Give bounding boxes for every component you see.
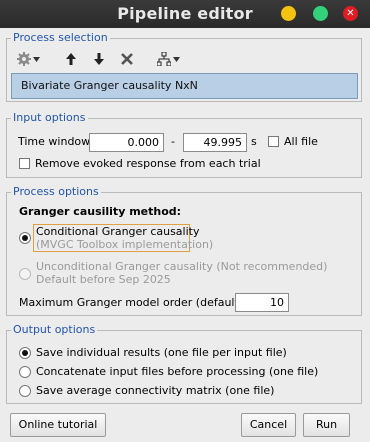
method-heading: Granger causility method: xyxy=(19,205,182,218)
chevron-down-icon xyxy=(32,56,40,62)
gear-icon xyxy=(16,52,31,66)
save-average-label: Save average connectivity matrix (one fi… xyxy=(36,384,275,397)
concatenate-inputs-label: Concatenate input files before processin… xyxy=(36,365,319,378)
conditional-granger-radio[interactable] xyxy=(19,232,31,244)
remove-evoked-checkbox[interactable] xyxy=(19,158,30,169)
input-options-panel: Input options Time window: 0.000 - 49.99… xyxy=(6,111,362,178)
title-bar[interactable]: Pipeline editor ✕ xyxy=(0,0,370,28)
concatenate-inputs-radio[interactable] xyxy=(19,366,31,378)
output-options-legend: Output options xyxy=(11,323,98,336)
pipeline-tree-icon xyxy=(156,52,171,66)
chevron-down-icon xyxy=(172,56,180,62)
run-button[interactable]: Run xyxy=(303,413,350,437)
time-end-input[interactable]: 49.995 xyxy=(183,133,247,152)
maximize-button[interactable] xyxy=(313,6,328,21)
conditional-granger-label[interactable]: Conditional Granger causality xyxy=(36,225,199,238)
save-individual-label: Save individual results (one file per in… xyxy=(36,346,287,359)
time-start-input[interactable]: 0.000 xyxy=(89,133,164,152)
close-icon: ✕ xyxy=(346,8,355,19)
unconditional-granger-radio[interactable] xyxy=(19,268,31,280)
time-unit-label: s xyxy=(251,135,257,148)
pipeline-editor-window: Pipeline editor ✕ Process selection Biva… xyxy=(0,0,370,442)
save-average-radio[interactable] xyxy=(19,385,31,397)
cancel-button[interactable]: Cancel xyxy=(241,413,296,437)
time-separator: - xyxy=(171,135,175,148)
all-file-checkbox[interactable] xyxy=(268,136,279,147)
time-window-label: Time window: xyxy=(18,135,94,148)
pipeline-menu-button[interactable] xyxy=(153,49,183,69)
close-button[interactable]: ✕ xyxy=(343,6,358,21)
arrow-up-icon xyxy=(66,53,76,65)
arrow-down-icon xyxy=(94,53,104,65)
process-selection-legend: Process selection xyxy=(11,31,110,44)
move-down-button[interactable] xyxy=(91,49,107,69)
unconditional-granger-sublabel: Default before Sep 2025 xyxy=(36,273,171,286)
remove-evoked-label: Remove evoked response from each trial xyxy=(35,157,261,170)
input-options-legend: Input options xyxy=(11,111,88,124)
all-file-label: All file xyxy=(284,135,318,148)
options-menu-button[interactable] xyxy=(13,49,43,69)
move-up-button[interactable] xyxy=(63,49,79,69)
selected-process-item[interactable]: Bivariate Granger causality NxN xyxy=(11,73,358,99)
output-options-panel: Output options Save individual results (… xyxy=(6,323,362,404)
online-tutorial-button[interactable]: Online tutorial xyxy=(10,413,106,437)
delete-process-button[interactable] xyxy=(119,49,135,69)
unconditional-granger-label: Unconditional Granger causality (Not rec… xyxy=(36,260,328,273)
process-selection-panel: Process selection Bivariate Granger caus… xyxy=(6,31,362,102)
process-options-panel: Process options Granger causility method… xyxy=(6,185,362,316)
process-options-legend: Process options xyxy=(11,185,101,198)
max-order-label: Maximum Granger model order (default=10)… xyxy=(19,296,271,309)
minimize-button[interactable] xyxy=(281,6,296,21)
max-order-input[interactable]: 10 xyxy=(235,293,289,312)
delete-x-icon xyxy=(121,53,133,65)
save-individual-radio[interactable] xyxy=(19,347,31,359)
conditional-granger-sublabel: (MVGC Toolbox implementation) xyxy=(36,238,214,251)
